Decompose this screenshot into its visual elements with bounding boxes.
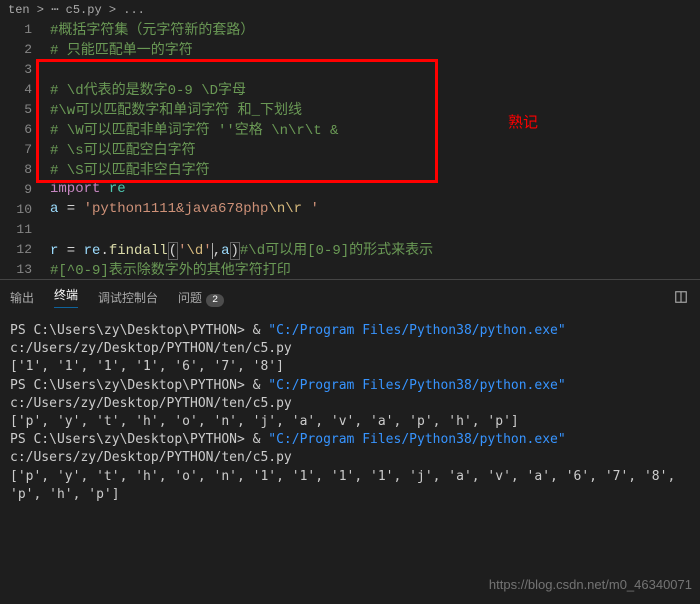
code-line[interactable]: a = 'python1111&java678php\n\r ': [50, 201, 700, 217]
line-number: 12: [0, 242, 50, 257]
code-line[interactable]: r = re.findall('\d',a)#\d可以用[0-9]的形式来表示: [50, 239, 700, 259]
code-line[interactable]: #\w可以匹配数字和单词字符 和_下划线: [50, 99, 700, 119]
code-line[interactable]: # \W可以匹配非单词字符 ''空格 \n\r\t &: [50, 119, 700, 139]
close-panel-icon[interactable]: [672, 288, 690, 306]
code-line[interactable]: # \s可以匹配空白字符: [50, 139, 700, 159]
tab-terminal[interactable]: 终端: [54, 286, 78, 308]
code-line[interactable]: #[^0-9]表示除数字外的其他字符打印: [50, 259, 700, 279]
code-line[interactable]: import re: [50, 181, 700, 197]
tab-problems[interactable]: 问题2: [178, 289, 224, 306]
line-number: 2: [0, 42, 50, 57]
line-number: 4: [0, 82, 50, 97]
problems-badge: 2: [206, 294, 224, 307]
tab-output[interactable]: 输出: [10, 289, 34, 306]
panel-tabs: 输出 终端 调试控制台 问题2: [0, 280, 700, 314]
line-number: 5: [0, 102, 50, 117]
line-number: 3: [0, 62, 50, 77]
line-number: 7: [0, 142, 50, 157]
code-editor[interactable]: 1#概括字符集（元字符新的套路）2# 只能匹配单一的字符3 4# \d代表的是数字…: [0, 19, 700, 279]
code-line[interactable]: #概括字符集（元字符新的套路）: [50, 19, 700, 39]
code-line[interactable]: # 只能匹配单一的字符: [50, 39, 700, 59]
line-number: 8: [0, 162, 50, 177]
breadcrumb[interactable]: ten > ⋯ c5.py > ...: [0, 0, 700, 19]
terminal-output[interactable]: PS C:\Users\zy\Desktop\PYTHON> & "C:/Pro…: [0, 314, 700, 512]
line-number: 13: [0, 262, 50, 277]
code-line[interactable]: # \S可以匹配非空白字符: [50, 159, 700, 179]
code-line[interactable]: # \d代表的是数字0-9 \D字母: [50, 79, 700, 99]
bottom-panel: 输出 终端 调试控制台 问题2 PS C:\Users\zy\Desktop\P…: [0, 279, 700, 512]
line-number: 6: [0, 122, 50, 137]
line-number: 10: [0, 202, 50, 217]
annotation-text: 熟记: [508, 111, 538, 132]
tab-debug[interactable]: 调试控制台: [98, 289, 158, 306]
watermark: https://blog.csdn.net/m0_46340071: [489, 577, 692, 592]
line-number: 1: [0, 22, 50, 37]
line-number: 9: [0, 182, 50, 197]
line-number: 11: [0, 222, 50, 237]
